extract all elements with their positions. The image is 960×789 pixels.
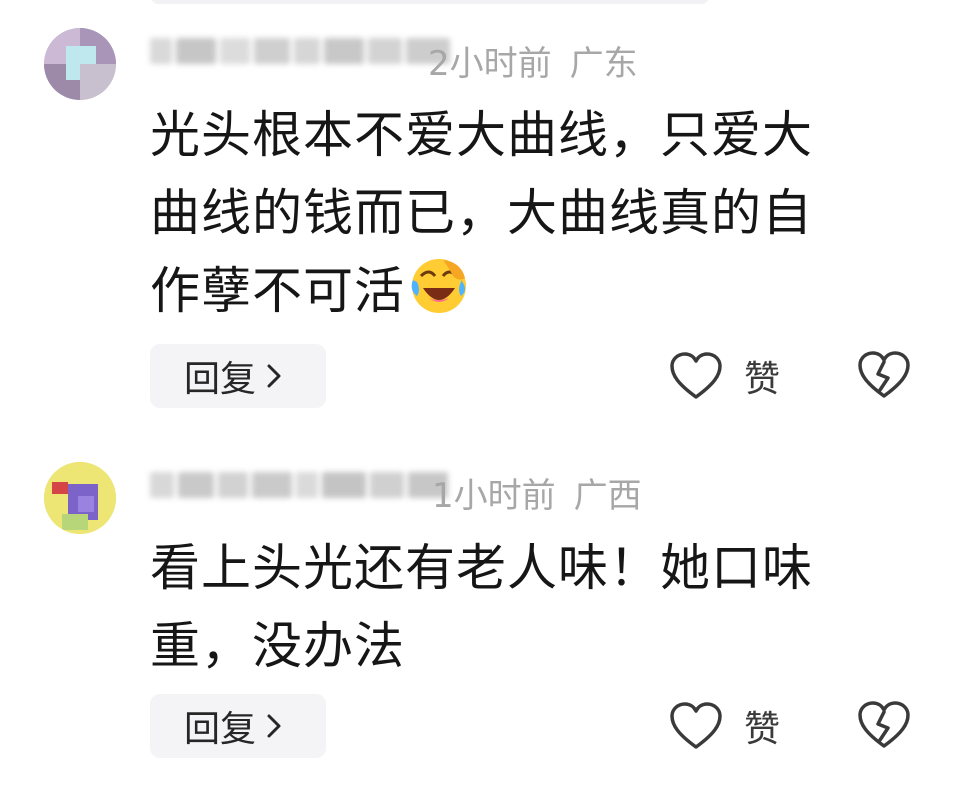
comment-text-line: 重，没办法	[150, 617, 405, 675]
comment-text-line: 作孽不可活	[150, 252, 900, 330]
comment-text: 看上头光还有老人味！她口味 重，没办法	[150, 529, 900, 685]
broken-heart-icon[interactable]	[856, 350, 912, 400]
reply-button[interactable]: 回复	[150, 344, 326, 408]
comment-text-line: 光头根本不爱大曲线，只爱大	[150, 106, 813, 164]
broken-heart-icon[interactable]	[856, 700, 912, 750]
like-label: 赞	[744, 709, 781, 750]
reply-label: 回复	[184, 709, 257, 750]
username-blurred[interactable]	[150, 36, 450, 66]
comment-location: 广西	[573, 476, 642, 516]
comment-location: 广东	[569, 44, 638, 84]
comment-text-line: 看上头光还有老人味！她口味	[150, 539, 813, 597]
username-blurred[interactable]	[150, 470, 448, 500]
like-label: 赞	[744, 359, 781, 400]
avatar[interactable]	[44, 462, 116, 534]
comment-text: 光头根本不爱大曲线，只爱大 曲线的钱而已，大曲线真的自 作孽不可活	[150, 96, 900, 330]
avatar[interactable]	[44, 28, 116, 100]
previous-item-edge	[150, 0, 710, 4]
chevron-right-icon	[267, 364, 281, 388]
face-with-tears-of-joy-emoji	[411, 259, 466, 313]
comment-text-fragment: 作孽不可活	[150, 262, 405, 320]
comment-meta: 1小时前 广西	[432, 468, 642, 517]
chevron-right-icon	[267, 714, 281, 738]
heart-outline-icon	[670, 352, 722, 399]
like-button[interactable]: 赞	[668, 700, 780, 752]
reply-label: 回复	[184, 359, 257, 400]
reply-button[interactable]: 回复	[150, 694, 326, 758]
comment-time: 2小时前	[428, 44, 552, 84]
comment-time: 1小时前	[432, 476, 556, 516]
comment-text-line: 曲线的钱而已，大曲线真的自	[150, 184, 813, 242]
like-button[interactable]: 赞	[668, 350, 780, 402]
comment-meta: 2小时前 广东	[428, 36, 638, 85]
heart-outline-icon	[670, 702, 722, 749]
